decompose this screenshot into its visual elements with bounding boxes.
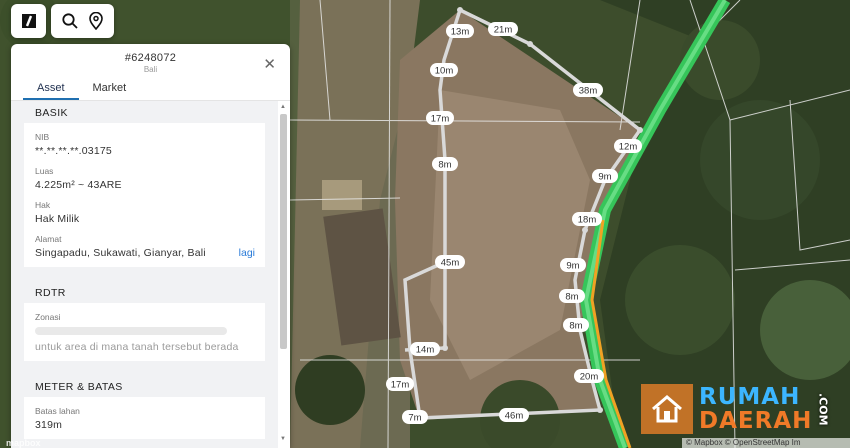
watermark-suffix: .COM (816, 392, 830, 426)
watermark-line1: RUMAH (699, 384, 801, 410)
scroll-thumb[interactable] (280, 114, 287, 349)
distance-label: 38m (579, 86, 598, 97)
hak-value: Hak Milik (35, 213, 80, 225)
alamat-label: Alamat (35, 234, 62, 244)
distance-label: 9m (566, 261, 579, 272)
panel-content: BASIK NIB **.**.**.**.03175 Luas 4.225m²… (11, 101, 278, 448)
app-logo-icon (21, 14, 36, 28)
rdtr-card: Zonasi untuk area di mana tanah tersebut… (24, 303, 265, 361)
distance-label: 8m (438, 160, 451, 171)
distance-label: 8m (565, 292, 578, 303)
map-tools-group (51, 4, 114, 38)
watermark-line2: DAERAH (699, 408, 813, 434)
mapbox-logo[interactable]: mapbox (6, 438, 41, 448)
parcel-region: Bali (143, 65, 158, 74)
search-icon[interactable] (61, 12, 79, 30)
panel-header: #6248072 Bali (11, 44, 290, 76)
section-title-meter: METER & BATAS (35, 381, 123, 393)
alamat-more-link[interactable]: lagi (239, 247, 255, 259)
batas-label: Batas lahan (35, 406, 80, 416)
section-title-rdtr: RDTR (35, 287, 66, 299)
distance-label: 14m (416, 345, 435, 356)
distance-label: 18m (578, 215, 597, 226)
distance-label: 45m (441, 258, 460, 269)
map-pin-icon[interactable] (88, 12, 104, 30)
luas-value: 4.225m² ~ 43ARE (35, 179, 122, 191)
app-logo-button[interactable] (11, 4, 46, 38)
zonasi-placeholder (35, 327, 227, 335)
tab-asset[interactable]: Asset (23, 76, 79, 100)
distance-label: 17m (431, 114, 450, 125)
basik-card: NIB **.**.**.**.03175 Luas 4.225m² ~ 43A… (24, 123, 265, 267)
parcel-id: #6248072 (124, 52, 177, 64)
distance-label: 10m (435, 66, 454, 77)
close-icon[interactable]: ✕ (263, 57, 276, 72)
house-icon (641, 384, 693, 434)
panel-tabs: Asset Market (11, 76, 290, 101)
zonasi-label: Zonasi (35, 312, 61, 322)
distance-label: 9m (598, 172, 611, 183)
meter-card: Batas lahan 319m (24, 397, 265, 439)
rumah-daerah-watermark: RUMAH DAERAH .COM (641, 384, 829, 434)
luas-label: Luas (35, 166, 54, 176)
hak-label: Hak (35, 200, 51, 210)
distance-label: 46m (505, 411, 524, 422)
map-attribution[interactable]: © Mapbox © OpenStreetMap Im (682, 438, 850, 448)
alamat-value: Singapadu, Sukawati, Gianyar, Bali (35, 247, 206, 259)
panel-scrollbar[interactable]: ▲ ▼ (279, 104, 288, 442)
distance-label: 13m (451, 27, 470, 38)
distance-label: 21m (494, 25, 513, 36)
distance-label: 8m (569, 321, 582, 332)
distance-label: 7m (408, 413, 421, 424)
nib-label: NIB (35, 132, 50, 142)
tab-market[interactable]: Market (79, 76, 141, 100)
zonasi-hint: untuk area di mana tanah tersebut berada (35, 341, 239, 353)
parcel-info-panel: #6248072 Bali ✕ Asset Market BASIK NIB *… (11, 44, 290, 448)
section-title-basik: BASIK (35, 107, 68, 119)
distance-label: 12m (619, 142, 638, 153)
distance-label: 20m (580, 372, 599, 383)
nib-value: **.**.**.**.03175 (35, 145, 112, 157)
scroll-up-icon[interactable]: ▲ (280, 104, 286, 110)
batas-value: 319m (35, 419, 63, 431)
scroll-down-icon[interactable]: ▼ (280, 436, 286, 442)
distance-label: 17m (391, 380, 410, 391)
